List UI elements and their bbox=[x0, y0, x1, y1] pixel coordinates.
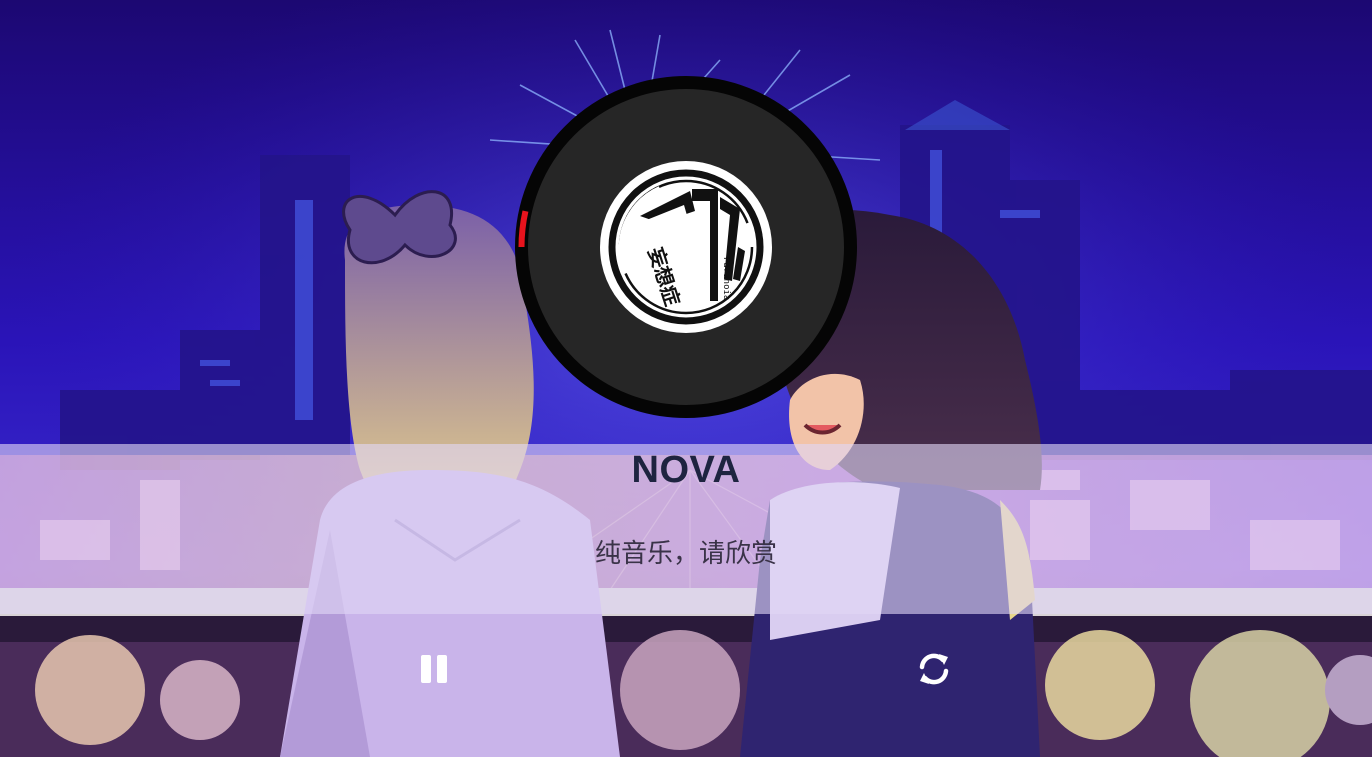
album-subtitle-text: Paranoia bbox=[721, 257, 731, 300]
album-title-text: 妄想症 bbox=[643, 244, 684, 308]
pause-button[interactable] bbox=[415, 649, 455, 689]
repeat-button[interactable] bbox=[914, 649, 954, 689]
music-player: 妄想症 Paranoia NOVA 纯音乐，请欣赏 bbox=[0, 0, 1372, 757]
pause-icon bbox=[421, 655, 447, 683]
record-disc: 妄想症 Paranoia bbox=[515, 76, 857, 418]
repeat-icon bbox=[919, 653, 949, 685]
song-title: NOVA bbox=[631, 449, 741, 491]
album-art: 妄想症 Paranoia bbox=[600, 161, 772, 333]
lyric-line: 纯音乐，请欣赏 bbox=[594, 539, 777, 569]
